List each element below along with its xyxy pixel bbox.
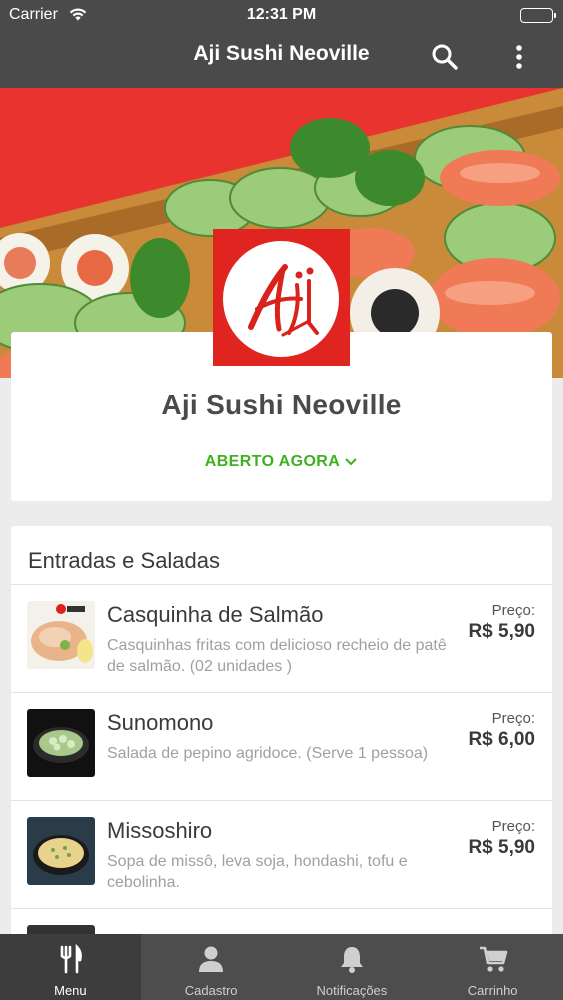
page-title: Aji Sushi Neoville bbox=[193, 42, 370, 65]
restaurant-logo bbox=[213, 229, 350, 366]
status-time: 12:31 PM bbox=[246, 6, 317, 23]
tab-bar: Menu Cadastro Notificações Carrinho bbox=[0, 934, 563, 1000]
tab-label: Cadastro bbox=[184, 983, 238, 998]
tab-label: Carrinho bbox=[467, 983, 518, 998]
menu-item[interactable]: Missoshiro Sopa de missô, leva soja, hon… bbox=[11, 801, 552, 909]
tab-label: Notificações bbox=[316, 983, 388, 998]
item-thumbnail bbox=[27, 817, 95, 885]
section-title: Entradas e Saladas bbox=[11, 526, 552, 585]
tab-carrinho[interactable]: Carrinho bbox=[422, 934, 563, 1000]
item-thumbnail bbox=[27, 601, 95, 669]
item-name: Sunomono bbox=[107, 710, 214, 735]
menu-section: Entradas e Saladas Casquinha de Salmão C… bbox=[11, 526, 552, 946]
tab-menu[interactable]: Menu bbox=[0, 934, 141, 1000]
item-price: R$ 6,00 bbox=[468, 729, 535, 750]
menu-item[interactable]: Casquinha de Salmão Casquinhas fritas co… bbox=[11, 585, 552, 693]
item-price: R$ 5,90 bbox=[468, 837, 535, 858]
item-price: R$ 5,90 bbox=[468, 621, 535, 642]
bell-icon bbox=[340, 947, 363, 973]
status-bar: Carrier 12:31 PM bbox=[0, 0, 563, 30]
chevron-down-icon bbox=[345, 458, 357, 466]
tab-label: Menu bbox=[54, 983, 87, 998]
more-vertical-icon[interactable] bbox=[508, 43, 530, 71]
open-status-toggle[interactable]: ABERTO AGORA bbox=[11, 453, 552, 471]
tab-notificacoes[interactable]: Notificações bbox=[282, 934, 423, 1000]
cart-icon bbox=[479, 946, 507, 972]
item-description: Sopa de missô, leva soja, hondashi, tofu… bbox=[107, 853, 408, 891]
top-bar: Carrier 12:31 PM Aji Sushi Neoville bbox=[0, 0, 563, 88]
price-label: Preço: bbox=[491, 818, 535, 835]
item-name: Casquinha de Salmão bbox=[107, 602, 324, 627]
search-icon[interactable] bbox=[431, 43, 459, 71]
menu-item[interactable]: Sunomono Salada de pepino agridoce. (Ser… bbox=[11, 693, 552, 801]
item-description: Salada de pepino agridoce. (Serve 1 pess… bbox=[107, 745, 429, 762]
battery-icon bbox=[520, 8, 556, 23]
item-thumbnail bbox=[27, 709, 95, 777]
price-label: Preço: bbox=[491, 710, 535, 727]
tab-cadastro[interactable]: Cadastro bbox=[141, 934, 282, 1000]
price-label: Preço: bbox=[491, 602, 535, 619]
restaurant-name: Aji Sushi Neoville bbox=[161, 389, 402, 420]
item-description: Casquinhas fritas com delicioso recheio … bbox=[107, 637, 447, 675]
fork-knife-icon bbox=[61, 944, 83, 974]
item-name: Missoshiro bbox=[107, 818, 213, 843]
open-status-label: ABERTO AGORA bbox=[204, 453, 341, 470]
user-icon bbox=[199, 946, 224, 972]
